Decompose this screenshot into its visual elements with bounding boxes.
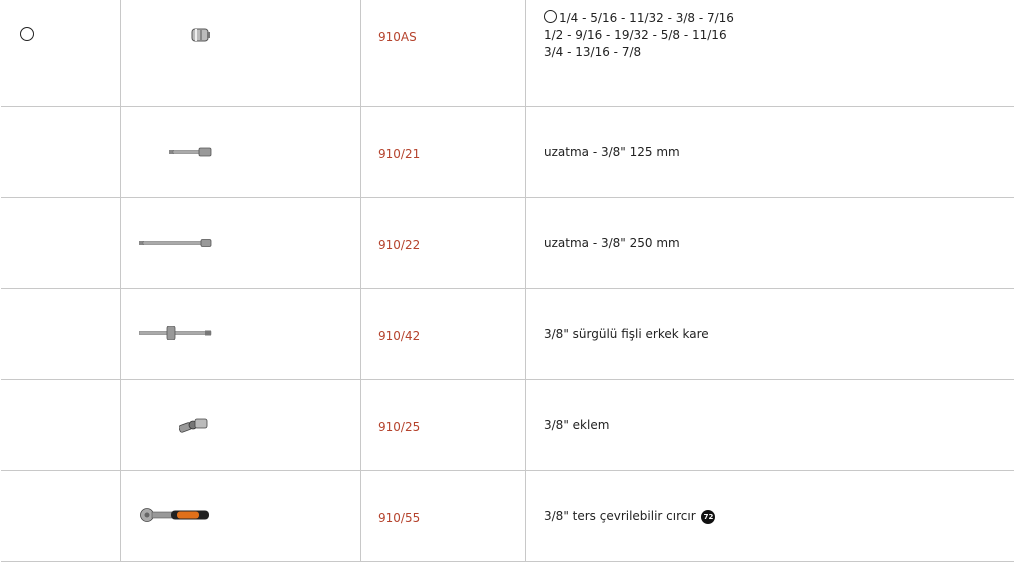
product-code[interactable]: 910AS [361,30,417,44]
table-row: 910/22 uzatma - 3/8" 250 mm [1,197,1014,289]
table-row: 910/42 3/8" sürgülü fişli erkek kare [1,288,1014,380]
product-description: 3/8" ters çevrilebilir cırcır 72 [526,508,1014,525]
sliding-t-handle-icon [139,326,212,340]
socket-icon [191,28,210,42]
product-code[interactable]: 910/55 [361,511,420,525]
long-extension-bar-icon [139,239,212,247]
circle-icon [20,27,34,41]
product-description: 3/8" sürgülü fişli erkek kare [544,326,709,341]
table-row: 910/25 3/8" eklem [1,379,1014,471]
product-code[interactable]: 910/42 [361,329,420,343]
table-row: 910/21 uzatma - 3/8" 125 mm [1,106,1014,198]
table-row: 910/55 3/8" ters çevrilebilir cırcır 72 [1,470,1014,562]
circle-icon [544,10,557,23]
product-code[interactable]: 910/21 [361,147,420,161]
72-teeth-badge-icon: 72 [701,509,716,524]
product-code[interactable]: 910/22 [361,238,420,252]
product-description: uzatma - 3/8" 250 mm [544,235,680,250]
short-extension-bar-icon [169,147,212,157]
product-description: uzatma - 3/8" 125 mm [544,144,680,159]
product-code[interactable]: 910/25 [361,420,420,434]
product-description: 3/8" eklem [544,417,610,432]
table-row: 910AS 1/4 - 5/16 - 11/32 - 3/8 - 7/16 1/… [1,0,1014,107]
universal-joint-icon [179,418,208,433]
product-table: 910AS 1/4 - 5/16 - 11/32 - 3/8 - 7/16 1/… [1,0,1014,562]
ratchet-icon [140,508,209,522]
product-description: 1/4 - 5/16 - 11/32 - 3/8 - 7/16 1/2 - 9/… [544,10,734,59]
